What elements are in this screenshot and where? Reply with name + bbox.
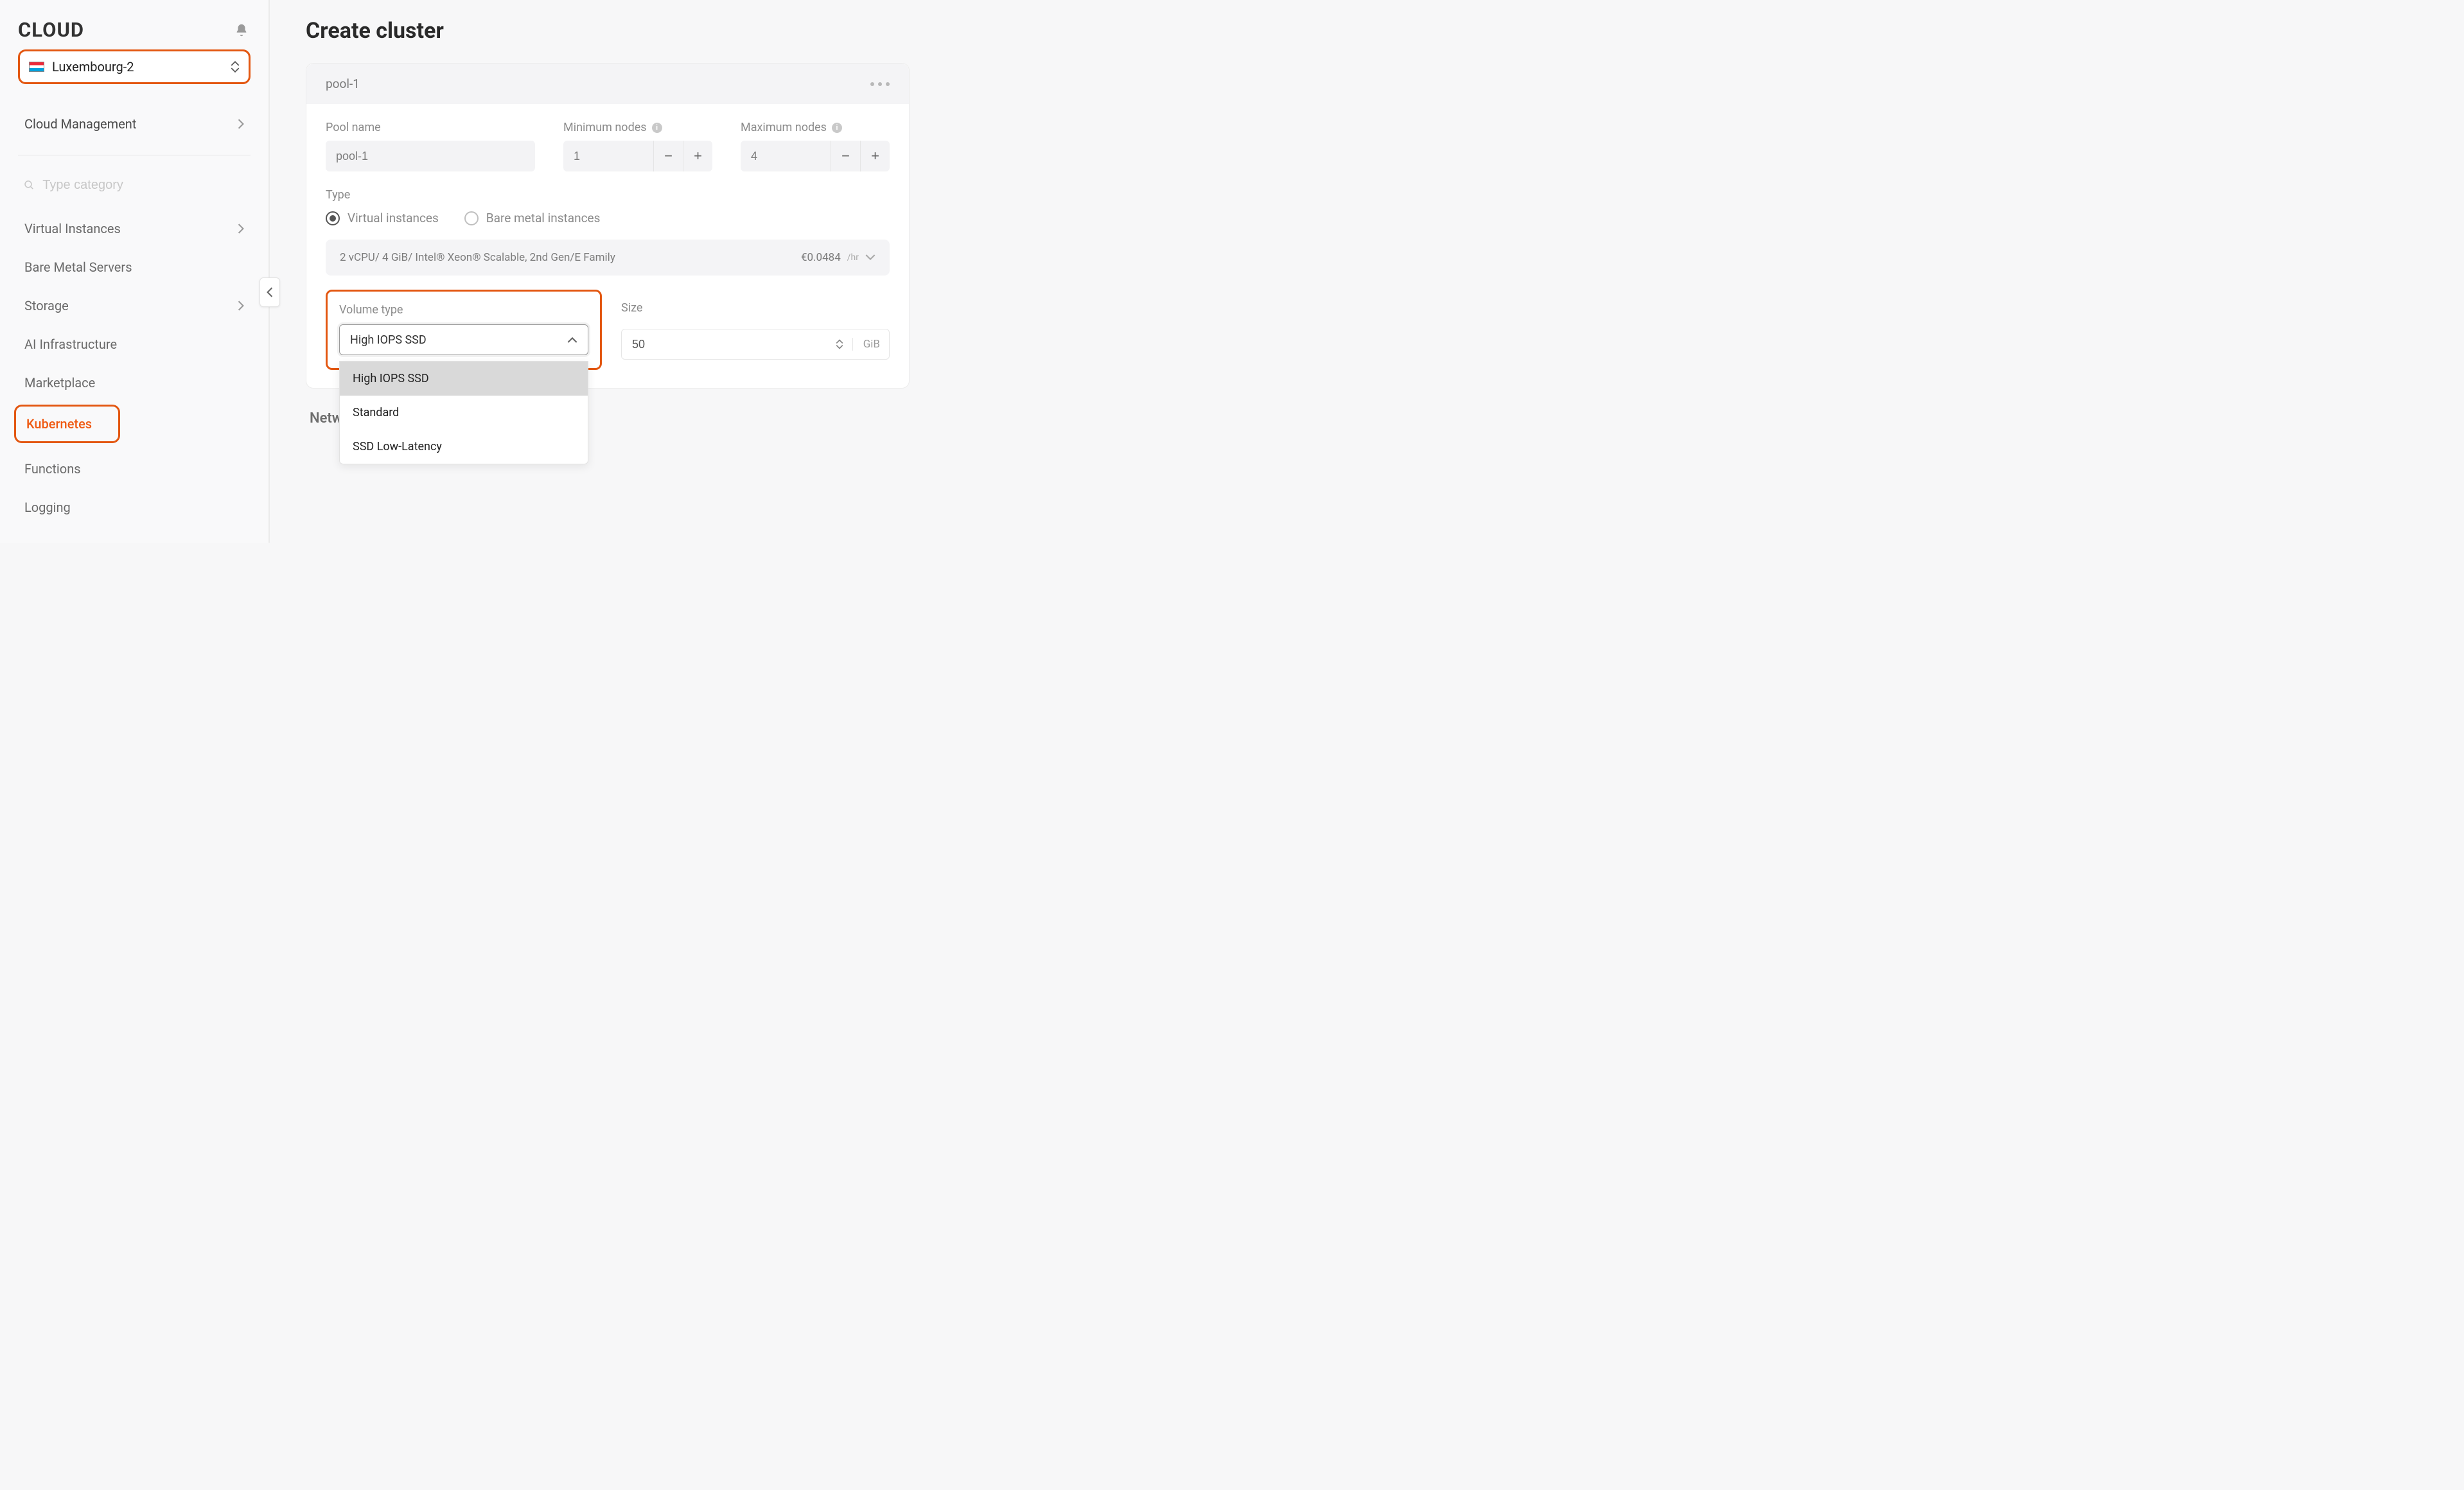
field-label: Volume type [339,303,588,317]
chevron-down-icon [836,344,843,349]
max-nodes-increment[interactable]: + [860,141,890,171]
max-nodes-stepper[interactable]: − + [741,141,890,171]
max-nodes-decrement[interactable]: − [831,141,860,171]
notifications-bell-icon[interactable] [233,21,251,39]
region-label: Luxembourg-2 [52,59,231,74]
size-field: Size GiB [621,290,890,370]
brand-title: CLOUD [18,18,84,42]
pool-card-header: pool-1 [306,64,909,104]
hardware-price-per: /hr [847,252,859,263]
chevron-right-icon [238,224,244,234]
hardware-price: €0.0484 [801,251,841,264]
chevron-right-icon [238,119,244,129]
volume-option-standard[interactable]: Standard [340,396,588,430]
size-input[interactable] [632,338,836,351]
max-nodes-field: Maximum nodes i − + [741,121,890,171]
field-label: Pool name [326,121,535,134]
chevron-up-icon [567,335,577,345]
sidebar-item-label: Kubernetes [26,416,92,432]
hardware-spec: 2 vCPU/ 4 GiB/ Intel® Xeon® Scalable, 2n… [340,251,615,264]
field-label: Minimum nodes [563,121,647,134]
pool-name-input[interactable] [326,141,535,171]
pool-more-menu[interactable] [870,82,890,86]
size-unit: GiB [852,338,880,351]
pool-header-name: pool-1 [326,76,360,91]
hardware-row[interactable]: 2 vCPU/ 4 GiB/ Intel® Xeon® Scalable, 2n… [326,240,890,276]
radio-label: Virtual instances [348,211,439,225]
category-search-input[interactable] [42,178,245,193]
type-radio-bare-metal[interactable]: Bare metal instances [464,211,601,225]
field-label: Maximum nodes [741,121,827,134]
sidebar-item-label: Logging [24,500,71,515]
sidebar-item-label: Marketplace [24,375,95,390]
pool-name-field: Pool name [326,121,535,171]
min-nodes-field: Minimum nodes i − + [563,121,712,171]
sidebar-item-logging[interactable]: Logging [18,488,251,527]
type-radio-virtual[interactable]: Virtual instances [326,211,439,225]
min-nodes-stepper[interactable]: − + [563,141,712,171]
radio-icon [326,211,340,225]
sidebar-item-kubernetes[interactable]: Kubernetes [14,405,120,443]
sidebar-item-label: Storage [24,298,69,313]
category-search[interactable] [18,170,251,200]
sidebar-item-ai-infra[interactable]: AI Infrastructure [18,325,251,364]
max-nodes-input[interactable] [741,141,831,171]
info-icon[interactable]: i [652,123,662,133]
sidebar-item-label: Functions [24,461,81,477]
volume-option-ssd-low-latency[interactable]: SSD Low-Latency [340,430,588,464]
info-icon[interactable]: i [832,123,842,133]
type-section-label: Type [326,188,890,202]
sidebar-item-label: Cloud Management [24,116,136,132]
min-nodes-input[interactable] [563,141,653,171]
chevron-left-icon [267,287,273,297]
pool-card: pool-1 Pool name Minimum nodes i [306,63,910,389]
flag-luxembourg-icon [29,62,44,72]
main-content: Create cluster pool-1 Pool name Minimum … [270,0,946,543]
select-arrows-icon [231,61,240,73]
chevron-right-icon [238,301,244,311]
sidebar-item-storage[interactable]: Storage [18,286,251,325]
sidebar-item-bare-metal[interactable]: Bare Metal Servers [18,248,251,286]
radio-icon [464,211,479,225]
sidebar-item-functions[interactable]: Functions [18,450,251,488]
search-icon [23,179,35,191]
size-spinner[interactable] [836,339,843,349]
sidebar-item-label: Bare Metal Servers [24,259,132,275]
field-label: Size [621,301,890,315]
radio-label: Bare metal instances [486,211,601,225]
min-nodes-decrement[interactable]: − [653,141,683,171]
min-nodes-increment[interactable]: + [683,141,712,171]
volume-type-dropdown: High IOPS SSD Standard SSD Low-Latency [339,361,588,464]
sidebar-item-cloud-management[interactable]: Cloud Management [18,107,251,141]
sidebar-item-label: AI Infrastructure [24,337,117,352]
collapse-sidebar-button[interactable] [260,277,280,307]
sidebar-item-marketplace[interactable]: Marketplace [18,364,251,402]
volume-option-high-iops[interactable]: High IOPS SSD [340,362,588,396]
volume-type-select[interactable]: High IOPS SSD [339,324,588,355]
sidebar: CLOUD Luxembourg-2 Cloud Management Virt [0,0,270,543]
volume-type-field: Volume type High IOPS SSD High IOPS SSD … [326,290,602,370]
region-selector[interactable]: Luxembourg-2 [18,49,251,84]
page-title: Create cluster [306,18,910,44]
sidebar-item-label: Virtual Instances [24,221,121,236]
sidebar-item-virtual-instances[interactable]: Virtual Instances [18,209,251,248]
volume-type-value: High IOPS SSD [350,333,427,347]
chevron-down-icon [865,252,876,263]
chevron-up-icon [836,339,843,344]
sidebar-nav: Virtual Instances Bare Metal Servers Sto… [18,209,251,527]
